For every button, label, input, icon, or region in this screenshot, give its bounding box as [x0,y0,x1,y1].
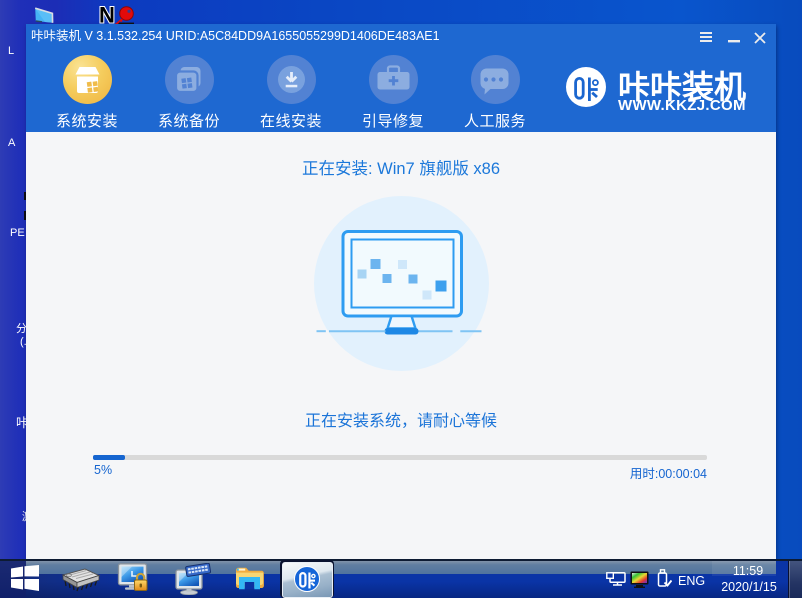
svg-text:N: N [99,4,115,26]
